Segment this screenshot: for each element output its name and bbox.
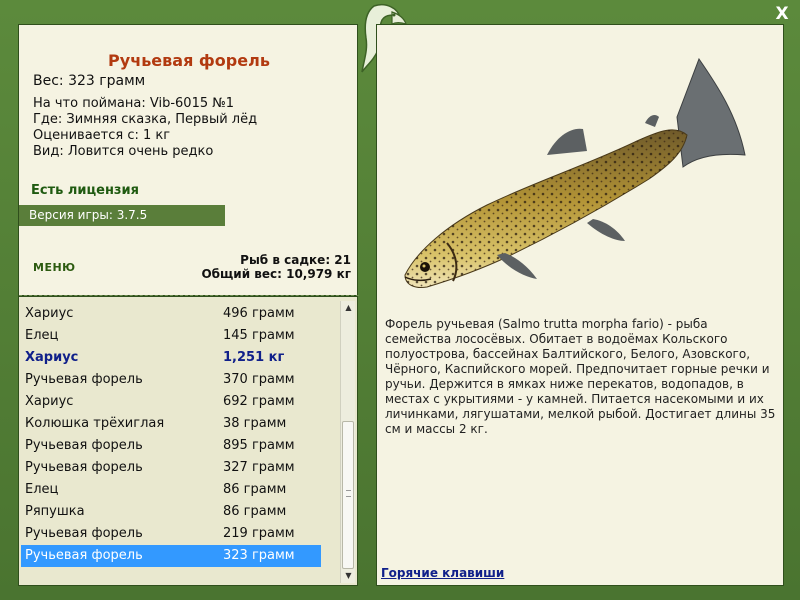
list-item[interactable]: Ряпушка 86 грамм <box>21 501 321 523</box>
fish-weight: Вес: 323 грамм <box>33 73 146 89</box>
fish-rarity: Вид: Ловится очень редко <box>33 144 214 159</box>
list-item[interactable]: Ручьевая форель 219 грамм <box>21 523 321 545</box>
catch-list: Хариус 496 грамм Елец 145 грамм Хариус 1,25… <box>21 303 321 567</box>
caught-with: На что поймана: Vib-6015 №1 <box>33 96 235 111</box>
catch-list-panel: Хариус 496 грамм Елец 145 грамм Хариус 1,25… <box>18 296 358 586</box>
scroll-thumb[interactable] <box>342 421 354 569</box>
list-item-selected[interactable]: Ручьевая форель 323 грамм <box>21 545 321 567</box>
list-item[interactable]: Ручьевая форель 370 грамм <box>21 369 321 391</box>
valued-from: Оценивается с: 1 кг <box>33 128 171 143</box>
scroll-up-icon[interactable]: ▲ <box>341 301 356 315</box>
total-weight: Общий вес: 10,979 кг <box>201 267 351 281</box>
list-scrollbar[interactable]: ▲ ▼ <box>340 301 355 583</box>
hotkeys-link[interactable]: Горячие клавиши <box>381 566 504 580</box>
keepnet-stats: Рыб в садке: 21 Общий вес: 10,979 кг <box>201 253 351 281</box>
list-item[interactable]: Елец 145 грамм <box>21 325 321 347</box>
game-version: Версия игры: 3.7.5 <box>19 205 225 226</box>
fish-title: Ручьевая форель <box>108 51 270 70</box>
fish-details: На что поймана: Vib-6015 №1 Где: Зимняя … <box>33 96 257 160</box>
list-item[interactable]: Ручьевая форель 327 грамм <box>21 457 321 479</box>
trout-image <box>404 57 746 288</box>
close-icon: X <box>775 4 789 24</box>
scroll-down-icon[interactable]: ▼ <box>341 569 356 583</box>
list-item[interactable]: Елец 86 грамм <box>21 479 321 501</box>
fish-info-panel: Ручьевая форель Вес: 323 грамм На что по… <box>18 24 359 296</box>
fish-count: Рыб в садке: 21 <box>240 253 351 267</box>
fish-description: Форель ручьевая (Salmo trutta morpha far… <box>385 317 776 436</box>
fish-description-panel: Форель ручьевая (Salmo trutta morpha far… <box>376 24 784 586</box>
license-status: Есть лицензия <box>31 183 139 198</box>
list-item[interactable]: Ручьевая форель 895 грамм <box>21 435 321 457</box>
catch-location: Где: Зимняя сказка, Первый лёд <box>33 112 258 127</box>
list-item[interactable]: Хариус 496 грамм <box>21 303 321 325</box>
list-item[interactable]: Хариус 1,251 кг <box>21 347 321 369</box>
close-button[interactable]: X <box>774 4 790 24</box>
menu-button[interactable]: МЕНЮ <box>33 261 76 274</box>
list-item[interactable]: Хариус 692 грамм <box>21 391 321 413</box>
list-item[interactable]: Колюшка трёхиглая 38 грамм <box>21 413 321 435</box>
